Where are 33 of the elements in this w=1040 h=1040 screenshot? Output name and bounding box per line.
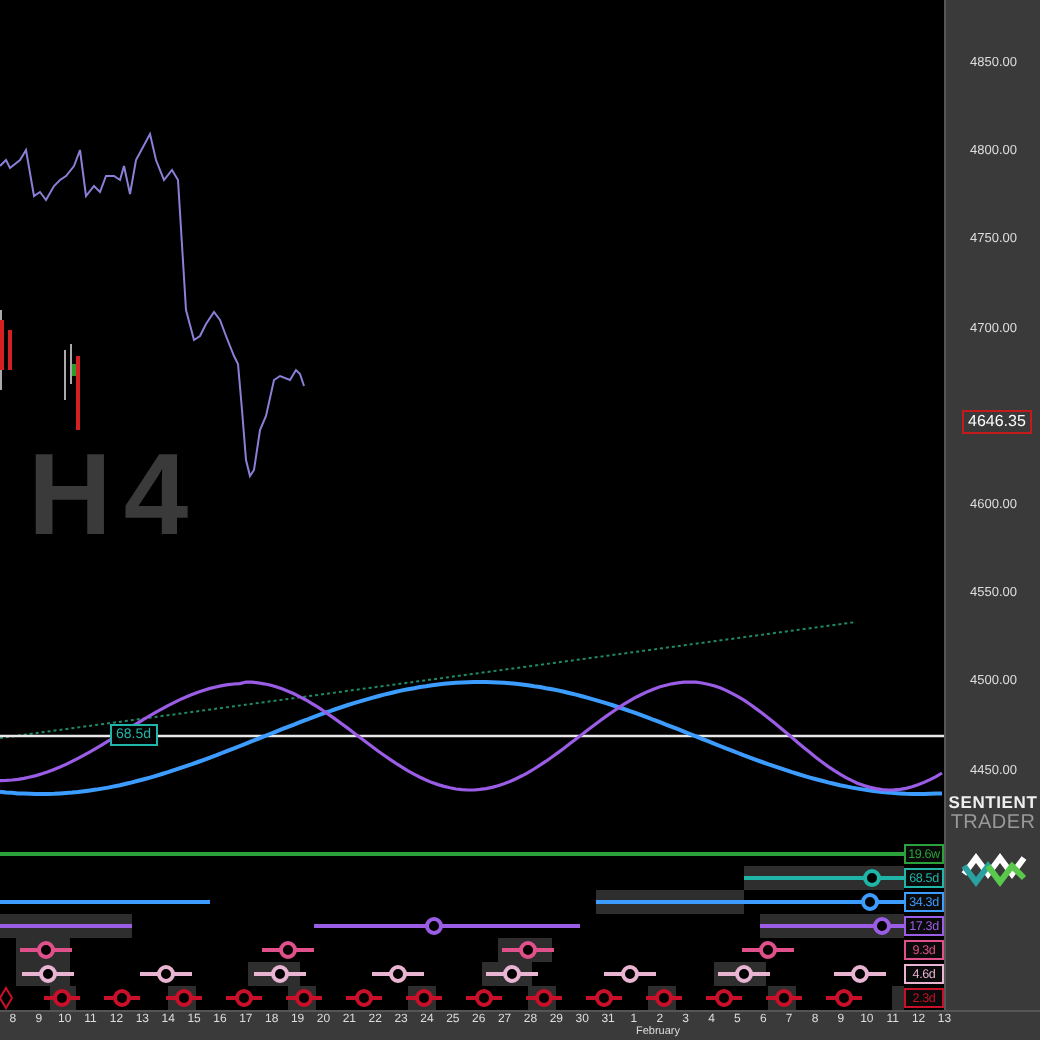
diamond-icon	[0, 986, 14, 1010]
timeframe-watermark: H4	[28, 428, 201, 562]
cycle-marker	[861, 893, 879, 911]
cycle-marker	[766, 989, 802, 1007]
cycle-marker	[104, 989, 140, 1007]
cycle-marker	[646, 989, 682, 1007]
cycle-marker	[604, 965, 656, 983]
cycle-marker	[486, 965, 538, 983]
cycle-marker	[286, 989, 322, 1007]
cycle-marker	[226, 989, 262, 1007]
brand-name: TRADER	[950, 812, 1036, 834]
cycle-marker	[742, 941, 794, 959]
brand-name: SENTIENT	[948, 792, 1038, 812]
cycle-marker	[372, 965, 424, 983]
cycle-marker	[140, 965, 192, 983]
candlestick-drawing	[0, 310, 80, 430]
cycle-marker	[406, 989, 442, 1007]
cycle-marker	[254, 965, 306, 983]
cycle-marker	[826, 989, 862, 1007]
cycle-marker	[863, 869, 881, 887]
cycle-marker	[706, 989, 742, 1007]
cycle-marker	[166, 989, 202, 1007]
price-marker: 4646.35	[962, 410, 1032, 435]
cycle-marker	[526, 989, 562, 1007]
cycle-marker	[834, 965, 886, 983]
cycle-marker	[346, 989, 382, 1007]
cycle-marker	[44, 989, 80, 1007]
cycle-marker	[262, 941, 314, 959]
cycle-marker	[466, 989, 502, 1007]
cycle-marker	[425, 917, 443, 935]
cycle-marker	[873, 917, 891, 935]
cycle-marker	[586, 989, 622, 1007]
cycle-marker	[22, 965, 74, 983]
